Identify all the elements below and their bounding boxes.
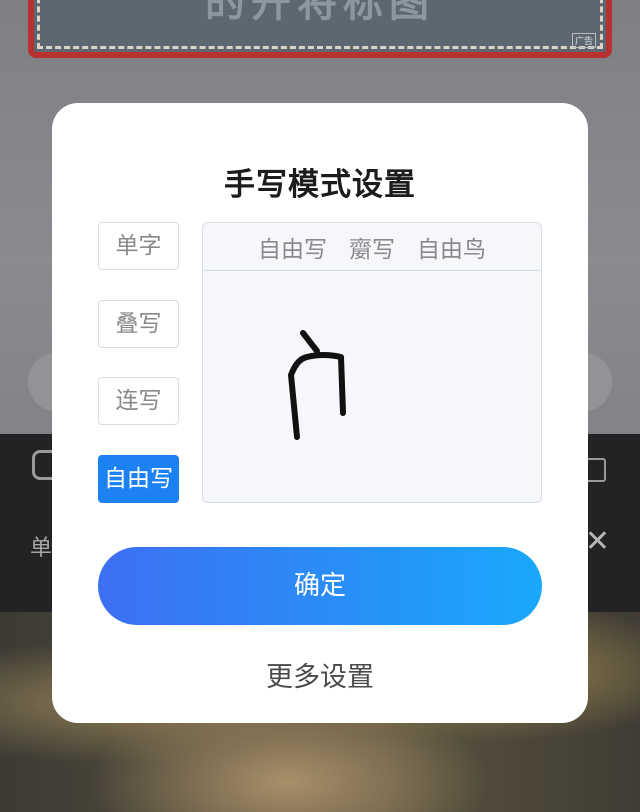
handwriting-preview-panel[interactable]: 自由写 䶒写 自由鸟 bbox=[202, 222, 542, 503]
ad-tag: 广告 bbox=[571, 33, 596, 48]
candidate-word[interactable]: 䶒写 bbox=[349, 230, 395, 264]
candidate-bar: 自由写 䶒写 自由鸟 bbox=[203, 223, 541, 271]
mode-single-char-button[interactable]: 单字 bbox=[98, 222, 179, 270]
dialog-title: 手写模式设置 bbox=[224, 167, 416, 203]
mode-overlap-button[interactable]: 叠写 bbox=[98, 300, 179, 348]
confirm-button[interactable]: 确定 bbox=[98, 547, 542, 625]
more-settings-link[interactable]: 更多设置 bbox=[52, 655, 588, 694]
banner-ad: 的开将标图 广告 bbox=[28, 0, 612, 58]
banner-text: 的开将标图 bbox=[205, 0, 435, 26]
mode-continuous-button[interactable]: 连写 bbox=[98, 377, 179, 425]
close-icon: ✕ bbox=[584, 524, 610, 559]
handwriting-mode-dialog: 手写模式设置 单字 叠写 连写 自由写 自由写 䶒写 自由鸟 确定 更多设置 bbox=[52, 103, 588, 723]
background-side-text: 单 bbox=[30, 536, 53, 561]
mode-free-write-button[interactable]: 自由写 bbox=[98, 455, 179, 503]
candidate-word[interactable]: 自由写 bbox=[258, 230, 327, 264]
candidate-word[interactable]: 自由鸟 bbox=[417, 230, 486, 264]
handwriting-stroke bbox=[288, 330, 346, 440]
